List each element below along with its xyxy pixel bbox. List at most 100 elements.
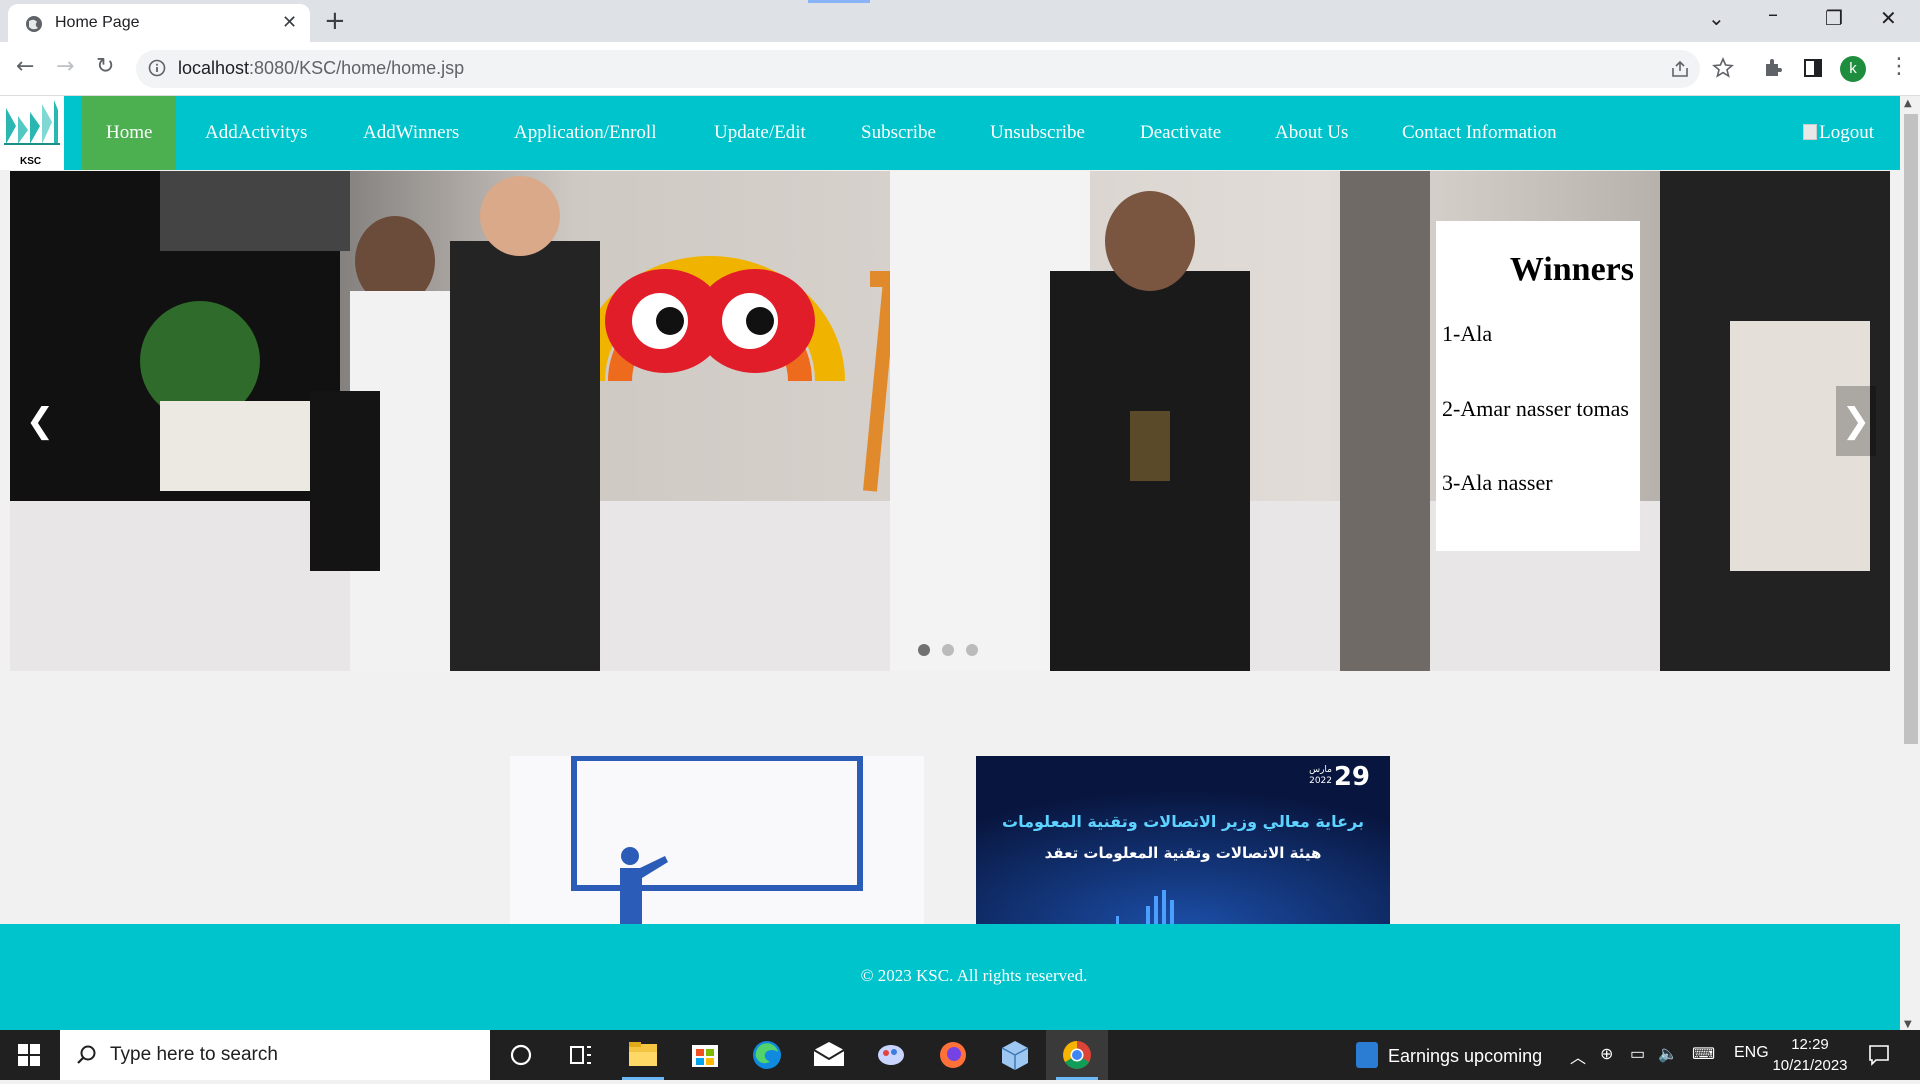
minimize-icon[interactable]: – — [1768, 2, 1778, 26]
keyboard-icon[interactable]: ⌨ — [1692, 1044, 1715, 1064]
nav-contact-information[interactable]: Contact Information — [1402, 96, 1557, 170]
address-bar[interactable]: localhost:8080/KSC/home/home.jsp — [136, 50, 1700, 88]
event-line-2: هيئة الاتصالات وتقنية المعلومات تعقد — [1044, 844, 1322, 862]
taskbar-file-explorer[interactable] — [612, 1030, 674, 1080]
search-icon — [77, 1045, 96, 1064]
task-view-icon — [570, 1046, 591, 1064]
network-globe-icon[interactable]: ⊕ — [1600, 1044, 1613, 1064]
edge-icon — [753, 1041, 781, 1069]
news-widget[interactable]: Earnings upcoming — [1356, 1042, 1542, 1068]
tabstrip-accent — [808, 0, 870, 3]
firefox-icon — [940, 1042, 966, 1068]
restore-icon[interactable]: ❐ — [1825, 6, 1843, 30]
taskbar-edge[interactable] — [736, 1030, 798, 1080]
taskbar-store[interactable] — [674, 1030, 736, 1080]
browser-tabbar: Home Page ✕ + ⌄ – ❐ ✕ — [0, 0, 1920, 42]
windows-start-icon[interactable] — [18, 1044, 40, 1066]
web-page: KSC Home AddActivitys AddWinners Applica… — [0, 96, 1920, 1030]
browser-menu-icon[interactable]: ⋮ — [1888, 54, 1910, 79]
event-line-1: برعاية معالي وزير الاتصالات وتقنية المعل… — [1002, 812, 1364, 831]
news-text: Earnings upcoming — [1388, 1046, 1543, 1066]
taskbar-clock[interactable]: 12:29 10/21/2023 — [1770, 1034, 1850, 1076]
image-carousel: Winners 1-Ala 2-Amar nasser tomas 3-Ala … — [10, 171, 1890, 671]
bookmark-star-icon[interactable] — [1712, 57, 1734, 79]
share-icon[interactable] — [1670, 59, 1690, 79]
event-date-day: 29 — [1333, 762, 1370, 792]
nav-add-activitys[interactable]: AddActivitys — [205, 96, 307, 170]
profile-avatar[interactable]: k — [1840, 56, 1866, 82]
winner-item: 1-Ala — [1442, 321, 1493, 346]
scrollbar-thumb[interactable] — [1904, 114, 1918, 744]
carousel-indicators — [918, 641, 990, 660]
battery-icon[interactable]: ▭ — [1630, 1044, 1645, 1064]
activity-card-presentation[interactable] — [510, 756, 924, 930]
taskbar-app-cube[interactable] — [984, 1030, 1046, 1080]
scroll-up-icon[interactable]: ▲ — [1904, 98, 1912, 109]
tab-search-icon[interactable]: ⌄ — [1708, 6, 1725, 30]
close-tab-icon[interactable]: ✕ — [282, 12, 297, 33]
winners-box: Winners 1-Ala 2-Amar nasser tomas 3-Ala … — [1436, 221, 1640, 551]
nav-application-enroll[interactable]: Application/Enroll — [514, 96, 656, 170]
carousel-dot[interactable] — [966, 644, 978, 656]
winners-title: Winners — [1509, 251, 1634, 288]
url-text: localhost:8080/KSC/home/home.jsp — [178, 58, 465, 78]
nav-unsubscribe[interactable]: Unsubscribe — [990, 96, 1085, 170]
task-view-button[interactable] — [550, 1030, 612, 1080]
globe-icon — [26, 16, 42, 32]
logout-label: Logout — [1819, 122, 1874, 143]
forward-icon[interactable]: → — [56, 54, 74, 79]
close-window-icon[interactable]: ✕ — [1880, 6, 1897, 30]
nav-subscribe[interactable]: Subscribe — [861, 96, 936, 170]
side-panel-icon[interactable] — [1802, 57, 1824, 79]
broken-image-icon — [1803, 124, 1818, 140]
activity-card-event[interactable]: 29 مارس 2022 برعاية معالي وزير الاتصالات… — [976, 756, 1390, 930]
browser-toolbar: ← → ↻ localhost:8080/KSC/home/home.jsp k… — [0, 42, 1920, 96]
browser-tab-home[interactable]: Home Page ✕ — [8, 4, 310, 42]
scroll-down-icon[interactable]: ▼ — [1904, 1019, 1912, 1030]
presentation-board-icon — [571, 756, 863, 930]
cortana-icon — [510, 1044, 532, 1066]
taskbar-search-box[interactable]: Type here to search — [60, 1030, 490, 1080]
ksc-logo[interactable]: KSC — [0, 96, 64, 170]
taskbar-app-bird[interactable] — [860, 1030, 922, 1080]
nav-deactivate[interactable]: Deactivate — [1140, 96, 1221, 170]
language-indicator[interactable]: ENG — [1734, 1044, 1769, 1062]
extensions-icon[interactable] — [1762, 57, 1784, 79]
taskbar-firefox[interactable] — [922, 1030, 984, 1080]
carousel-dot[interactable] — [942, 644, 954, 656]
store-icon — [692, 1045, 718, 1067]
notification-icon[interactable] — [1868, 1044, 1890, 1066]
chrome-icon — [1063, 1041, 1091, 1069]
logout-link[interactable]: Logout — [1803, 96, 1874, 170]
site-info-icon[interactable] — [148, 59, 166, 77]
carousel-dot[interactable] — [918, 644, 930, 656]
nav-home[interactable]: Home — [82, 96, 177, 170]
cortana-button[interactable] — [490, 1030, 552, 1080]
windows-taskbar: Type here to search Earnings upcoming ︿ … — [0, 1030, 1920, 1080]
new-tab-icon[interactable]: + — [324, 6, 346, 36]
site-navbar: KSC Home AddActivitys AddWinners Applica… — [0, 96, 1900, 170]
nav-add-winners[interactable]: AddWinners — [363, 96, 459, 170]
logo-chart-icon — [4, 100, 60, 145]
taskbar-mail[interactable] — [798, 1030, 860, 1080]
carousel-next-button[interactable]: ❯ — [1836, 386, 1876, 456]
tab-title: Home Page — [55, 14, 140, 31]
footer-copyright: © 2023 KSC. All rights reserved. — [860, 966, 1088, 985]
tray-chevron-icon[interactable]: ︿ — [1570, 1044, 1586, 1068]
news-icon — [1356, 1042, 1378, 1068]
taskbar-chrome[interactable] — [1046, 1030, 1108, 1080]
nav-update-edit[interactable]: Update/Edit — [714, 96, 806, 170]
clock-time: 12:29 — [1791, 1036, 1829, 1053]
back-icon[interactable]: ← — [16, 54, 34, 79]
nav-about-us[interactable]: About Us — [1275, 96, 1348, 170]
paint-app-icon — [878, 1045, 904, 1065]
folder-icon — [629, 1042, 657, 1066]
mail-icon — [813, 1042, 845, 1066]
site-footer: © 2023 KSC. All rights reserved. — [0, 924, 1900, 1030]
reload-icon[interactable]: ↻ — [96, 54, 114, 79]
event-date-year: 2022 — [1309, 776, 1332, 786]
page-scrollbar[interactable]: ▲ ▼ — [1900, 96, 1920, 1030]
carousel-prev-button[interactable]: ❮ — [20, 386, 60, 456]
volume-muted-icon[interactable]: 🔈 — [1658, 1044, 1678, 1064]
logo-text: KSC — [20, 156, 42, 167]
